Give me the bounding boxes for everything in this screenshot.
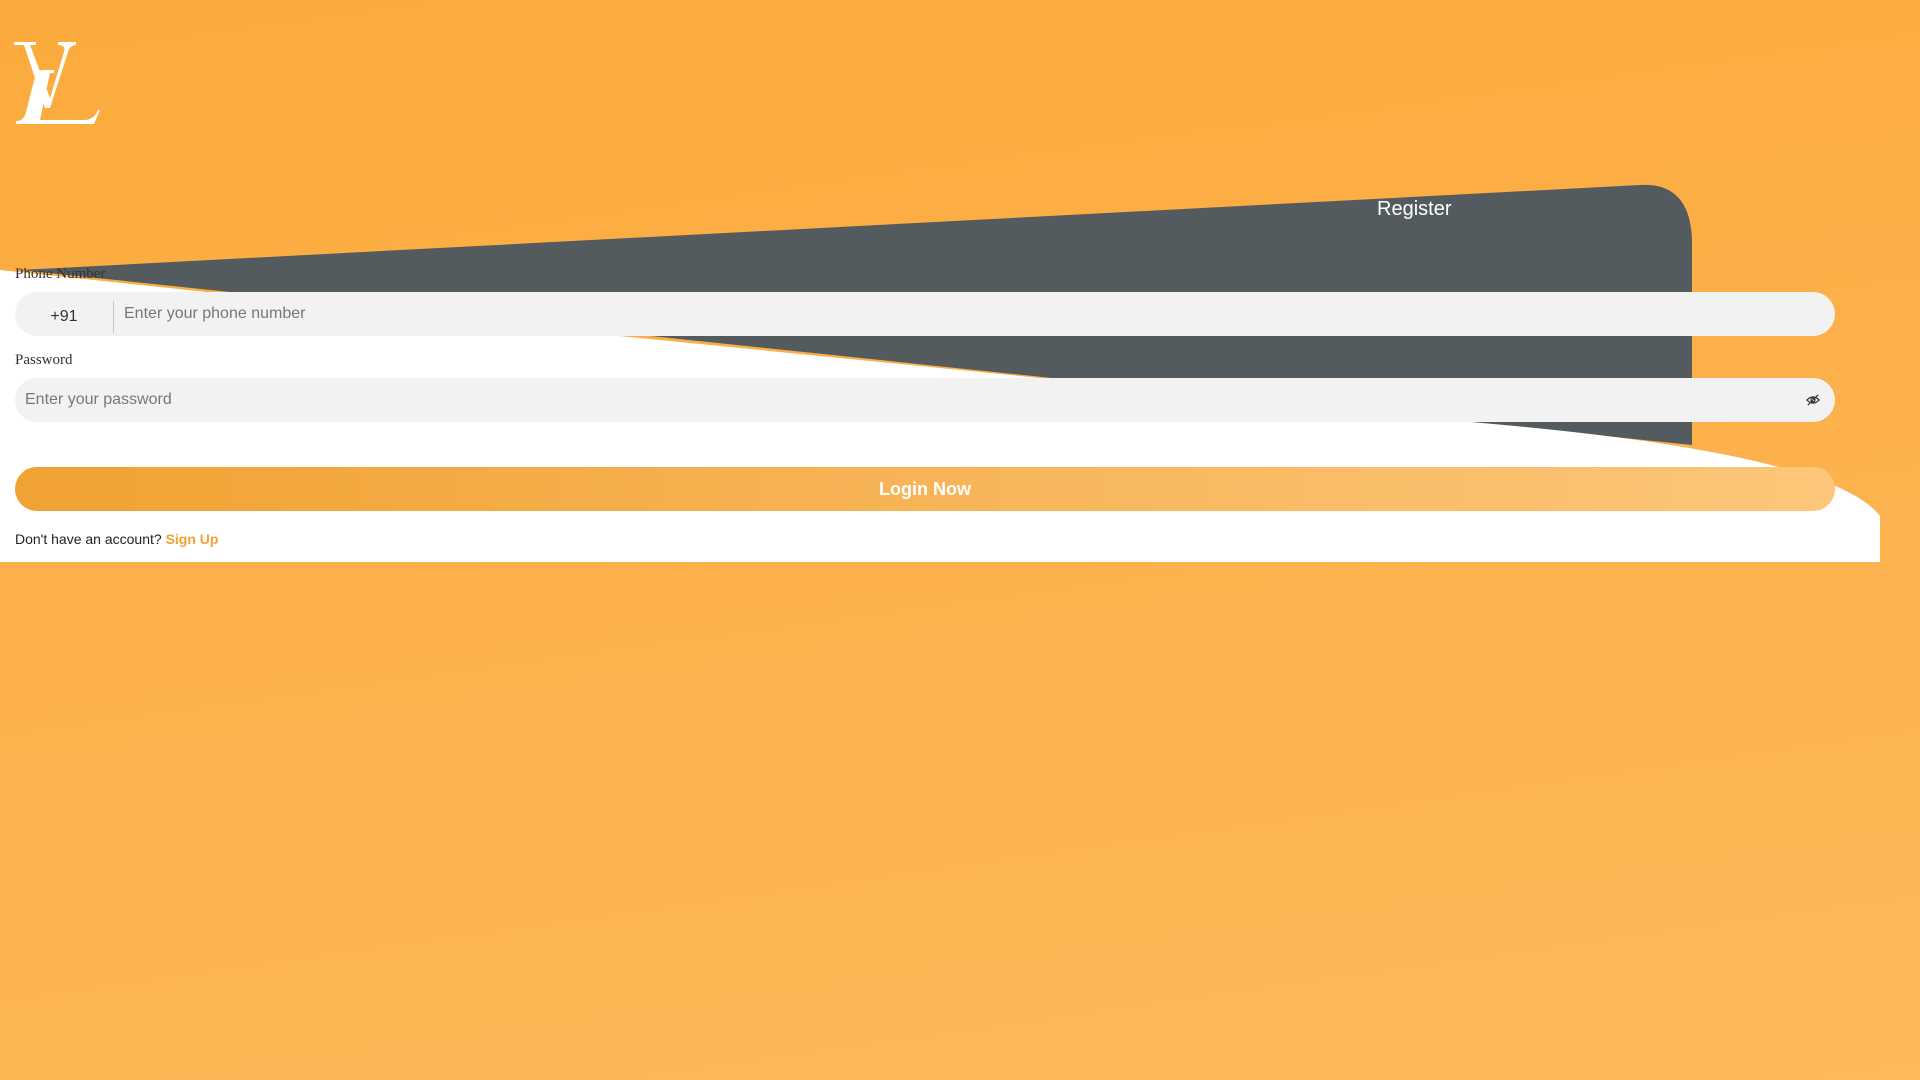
eye-slash-icon[interactable] (1803, 390, 1823, 410)
phone-number-label: Phone Number (15, 266, 106, 282)
register-tab[interactable]: Register (1377, 198, 1451, 221)
lv-monogram-icon (14, 40, 100, 126)
password-input[interactable] (15, 378, 1803, 422)
login-now-button[interactable]: Login Now (15, 467, 1835, 511)
country-code-selector[interactable]: +91 (15, 301, 114, 333)
password-input-group (15, 378, 1835, 422)
phone-number-input[interactable] (114, 292, 1835, 336)
password-label: Password (15, 352, 73, 368)
signup-prompt: Don't have an account? (15, 531, 162, 547)
phone-input-group: +91 (15, 292, 1835, 336)
sign-up-link[interactable]: Sign Up (166, 531, 219, 547)
signup-line: Don't have an account? Sign Up (15, 531, 218, 547)
